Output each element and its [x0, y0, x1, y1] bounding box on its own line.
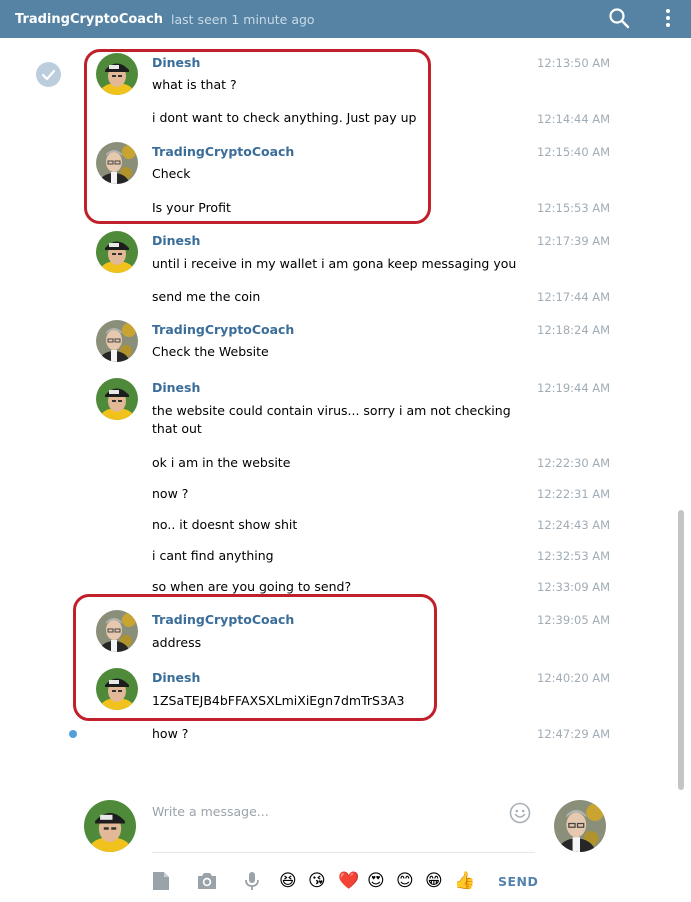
emoji-panel-icon[interactable] — [509, 802, 531, 824]
send-button[interactable]: SEND — [498, 874, 538, 889]
unread-indicator — [69, 730, 77, 738]
message-time: 12:22:30 AM — [537, 456, 611, 470]
sender-name[interactable]: TradingCryptoCoach — [152, 144, 294, 159]
message-time: 12:17:39 AM — [537, 234, 611, 248]
message-text: send me the coin — [152, 289, 261, 304]
message-text: no.. it doesnt show shit — [152, 517, 298, 532]
sender-name[interactable]: Dinesh — [152, 233, 200, 248]
message-text: ok i am in the website — [152, 455, 291, 470]
message-text: Check the Website — [152, 344, 269, 359]
sender-avatar[interactable] — [96, 320, 138, 362]
composer-divider — [152, 852, 535, 853]
attach-file-icon[interactable] — [150, 870, 172, 892]
sender-avatar[interactable] — [96, 668, 138, 710]
message-text: so when are you going to send? — [152, 579, 352, 594]
message-time: 12:19:44 AM — [537, 381, 611, 395]
message-input[interactable] — [152, 800, 492, 822]
message-time: 12:14:44 AM — [537, 112, 611, 126]
microphone-icon[interactable] — [241, 870, 263, 892]
search-icon[interactable] — [608, 7, 630, 29]
message-text: until i receive in my wallet i am gona k… — [152, 256, 517, 271]
sender-avatar[interactable] — [96, 378, 138, 420]
message-text: i dont want to check anything. Just pay … — [152, 110, 417, 125]
chat-title[interactable]: TradingCryptoCoach — [15, 12, 163, 27]
sender-name[interactable]: Dinesh — [152, 380, 200, 395]
message-time: 12:32:53 AM — [537, 549, 611, 563]
sender-name[interactable]: Dinesh — [152, 55, 200, 70]
emoji-heart-icon[interactable]: ❤️ — [338, 871, 359, 891]
message-text: the website could contain virus... sorry… — [152, 403, 511, 436]
message-text: how ? — [152, 726, 189, 741]
sender-name[interactable]: TradingCryptoCoach — [152, 612, 294, 627]
message-time: 12:33:09 AM — [537, 580, 611, 594]
message-text: Check — [152, 166, 191, 181]
message-text: what is that ? — [152, 77, 237, 92]
message-time: 12:40:20 AM — [537, 671, 611, 685]
sender-avatar[interactable] — [96, 231, 138, 273]
message-time: 12:24:43 AM — [537, 518, 611, 532]
peer-avatar[interactable] — [554, 800, 606, 852]
scrollbar-thumb[interactable] — [678, 510, 684, 790]
message-text: 1ZSaTEJB4bFFAXSXLmiXiEgn7dmTrS3A3 — [152, 693, 405, 708]
message-time: 12:17:44 AM — [537, 290, 611, 304]
emoji-kiss-icon[interactable]: 😘 — [308, 871, 326, 891]
my-avatar[interactable] — [84, 800, 136, 852]
chat-header: TradingCryptoCoach last seen 1 minute ag… — [0, 0, 691, 38]
emoji-heart-eyes-icon[interactable]: 😍 — [367, 871, 385, 891]
last-seen-status: last seen 1 minute ago — [171, 11, 315, 27]
message-text: now ? — [152, 486, 189, 501]
camera-icon[interactable] — [196, 870, 218, 892]
sender-avatar[interactable] — [96, 142, 138, 184]
message-text: Is your Profit — [152, 200, 231, 215]
message-time: 12:15:53 AM — [537, 201, 611, 215]
message-time: 12:39:05 AM — [537, 613, 611, 627]
message-time: 12:13:50 AM — [537, 56, 611, 70]
message-time: 12:15:40 AM — [537, 145, 611, 159]
sender-avatar[interactable] — [96, 610, 138, 652]
emoji-laughing-icon[interactable]: 😆 — [279, 871, 297, 891]
sender-name[interactable]: Dinesh — [152, 670, 200, 685]
sender-name[interactable]: TradingCryptoCoach — [152, 322, 294, 337]
selected-check-icon[interactable] — [36, 62, 61, 87]
message-time: 12:47:29 AM — [537, 727, 611, 741]
message-time: 12:22:31 AM — [537, 487, 611, 501]
message-time: 12:18:24 AM — [537, 323, 611, 337]
sender-avatar[interactable] — [96, 53, 138, 95]
message-text: address — [152, 635, 202, 650]
emoji-smile-icon[interactable]: 😊 — [396, 871, 414, 891]
message-text: i cant find anything — [152, 548, 274, 563]
emoji-grin-icon[interactable]: 😁 — [425, 871, 443, 891]
emoji-thumbs-up-icon[interactable]: 👍 — [454, 871, 475, 891]
more-menu-icon[interactable] — [661, 6, 675, 30]
